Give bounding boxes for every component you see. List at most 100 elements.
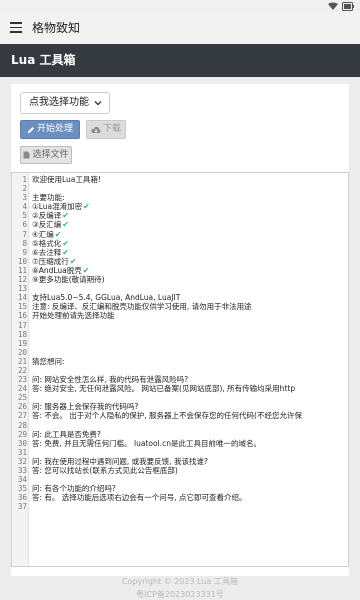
- editor-line: 11 ⑧AndLua脱壳✔: [12, 265, 348, 275]
- line-text: ⑦压缩成行✔: [32, 257, 76, 266]
- check-icon: ✔: [62, 247, 69, 257]
- line-number: 17: [17, 320, 27, 330]
- editor-line: 24 答: 绝对安全, 无任何泄露风险。 网站已备案(见网站底部), 所有传输均采…: [12, 384, 348, 393]
- editor-line: 32 问: 我在使用过程中遇到问题, 或我要反馈, 我该找谁?: [12, 456, 348, 466]
- line-number: 32: [17, 456, 27, 466]
- line-content: 答: 有。 选择功能后选项右边会有一个问号, 点它即可查看介绍。: [32, 493, 247, 503]
- line-content: 答: 不会。 出于对个人隐私的保护, 服务器上不会保存您的任何代码(不经您允许保: [32, 411, 302, 421]
- editor-line: 25: [12, 393, 348, 402]
- line-number: 14: [17, 293, 27, 303]
- check-icon: ✔: [82, 265, 90, 275]
- line-text: ⑥去注释✔: [32, 248, 69, 257]
- line-text: 猜您想问:: [32, 357, 65, 366]
- line-text: ④汇编✔: [32, 230, 61, 239]
- wifi-icon: [328, 2, 338, 10]
- line-number: 26: [17, 402, 27, 412]
- choose-file-label: 选择文件: [32, 150, 69, 160]
- line-text: 开始处理前请先选择功能: [32, 311, 115, 320]
- editor-line: 19: [12, 338, 348, 348]
- line-text: 答: 您可以找站长(联系方式见此公告框底部): [32, 466, 178, 475]
- line-content: ④汇编: [32, 229, 54, 239]
- check-icon: ✔: [62, 220, 69, 230]
- editor-line: 8 ⑤格式化✔: [12, 239, 348, 248]
- line-number: 10: [17, 256, 27, 266]
- line-number: 30: [17, 438, 27, 448]
- editor-line: 28: [12, 421, 348, 430]
- line-text: 支持Lua5.0~5.4, GGLua, AndLua, LuaJIT: [32, 293, 180, 302]
- icp-link[interactable]: 粤ICP备2023023331号: [0, 590, 360, 600]
- start-button[interactable]: 开始处理: [20, 120, 80, 139]
- editor-line: 33 答: 您可以找站长(联系方式见此公告框底部): [12, 466, 348, 475]
- menu-icon[interactable]: [10, 22, 22, 33]
- battery-icon: [342, 1, 354, 11]
- cloud-download-icon: [91, 126, 101, 133]
- check-icon: ✔: [69, 256, 77, 266]
- line-number: 11: [17, 265, 27, 275]
- choose-file-button[interactable]: 选择文件: [20, 146, 72, 164]
- line-number: 21: [17, 356, 27, 366]
- editor-line: 21 猜您想问:: [12, 356, 348, 366]
- line-number: 2: [22, 184, 27, 194]
- check-icon: ✔: [62, 238, 69, 248]
- page-header: Lua 工具箱: [0, 44, 360, 77]
- line-content: ⑥去注释: [32, 247, 62, 257]
- page-title: Lua 工具箱: [11, 53, 76, 67]
- function-select[interactable]: 点我选择功能: [20, 92, 110, 114]
- line-number: 23: [17, 375, 27, 385]
- line-number: 35: [17, 484, 27, 494]
- editor-line: 29 问: 此工具是否免费?: [12, 430, 348, 439]
- line-number: 6: [22, 220, 27, 230]
- line-text: 问: 此工具是否免费?: [32, 430, 101, 439]
- line-text: 答: 不会。 出于对个人隐私的保护, 服务器上不会保存您的任何代码(不经您允许保: [32, 411, 302, 420]
- editor-line: 10 ⑦压缩成行✔: [12, 256, 348, 266]
- line-content: 答: 绝对安全, 无任何泄露风险。 网站已备案(见网站底部), 所有传输均采用h…: [32, 384, 296, 394]
- editor-line: 20: [12, 348, 348, 357]
- line-number: 5: [22, 211, 27, 221]
- line-content: 问: 有各个功能的介绍吗?: [32, 484, 116, 494]
- line-text: 问: 网站安全性怎么样, 我的代码有泄露风险吗?: [32, 375, 188, 384]
- line-text: 问: 有各个功能的介绍吗?: [32, 484, 116, 493]
- download-button-label: 下载: [102, 124, 121, 134]
- app-title: 格物致知: [32, 21, 81, 35]
- editor-line: 12 ⑨更多功能(敬请期待): [12, 275, 348, 284]
- line-number: 37: [17, 502, 27, 512]
- file-icon: [23, 151, 30, 159]
- line-number: 18: [17, 329, 27, 339]
- status-icons: [328, 1, 354, 11]
- line-text: ⑤格式化✔: [32, 239, 69, 248]
- editor-line: 13: [12, 284, 348, 293]
- code-editor[interactable]: 1 欢迎使用Lua工具箱! 2 3 主要功能: 4 ①Lua混淆加密✔ 5 ②反编译✔ 6 ③反汇编…: [11, 172, 349, 567]
- editor-line: 3 主要功能:: [12, 193, 348, 203]
- status-bar: [0, 0, 360, 12]
- editor-line: 2: [12, 184, 348, 194]
- download-button[interactable]: 下载: [86, 120, 126, 139]
- line-content: ①Lua混淆加密: [32, 202, 83, 212]
- line-number: 36: [17, 493, 27, 503]
- editor-line: 37: [12, 502, 348, 512]
- line-number: 34: [17, 475, 27, 485]
- line-content: 猜您想问:: [32, 356, 65, 366]
- edit-icon: [27, 126, 34, 133]
- editor-line: 35 问: 有各个功能的介绍吗?: [12, 484, 348, 494]
- editor-line: 18: [12, 329, 348, 339]
- start-button-label: 开始处理: [36, 124, 73, 134]
- editor-line: 14 支持Lua5.0~5.4, GGLua, AndLua, LuaJIT: [12, 293, 348, 303]
- editor-line: 36 答: 有。 选择功能后选项右边会有一个问号, 点它即可查看介绍。: [12, 493, 348, 503]
- line-number: 33: [17, 466, 27, 475]
- line-number: 19: [17, 338, 27, 348]
- line-text: 答: 绝对安全, 无任何泄露风险。 网站已备案(见网站底部), 所有传输均采用h…: [32, 384, 295, 393]
- editor-line: 22: [12, 365, 348, 375]
- line-text: ③反汇编✔: [32, 220, 69, 229]
- line-content: 答: 免费, 并且无需任何门槛。 luatool.cn是此工具目前唯一的域名。: [32, 438, 261, 448]
- line-content: 问: 此工具是否免费?: [32, 429, 101, 439]
- line-content: 问: 我在使用过程中遇到问题, 或我要反馈, 我该找谁?: [32, 456, 208, 466]
- line-content: 主要功能:: [32, 193, 65, 203]
- editor-line: 6 ③反汇编✔: [12, 220, 348, 230]
- editor-line: 23 问: 网站安全性怎么样, 我的代码有泄露风险吗?: [12, 375, 348, 385]
- editor-line: 30 答: 免费, 并且无需任何门槛。 luatool.cn是此工具目前唯一的域名…: [12, 438, 348, 448]
- editor-line: 27 答: 不会。 出于对个人隐私的保护, 服务器上不会保存您的任何代码(不经您允…: [12, 411, 348, 420]
- chevron-down-icon: [94, 101, 102, 106]
- line-text: ⑧AndLua脱壳✔: [32, 266, 89, 275]
- line-content: ⑤格式化: [32, 238, 62, 248]
- line-number: 22: [17, 365, 27, 375]
